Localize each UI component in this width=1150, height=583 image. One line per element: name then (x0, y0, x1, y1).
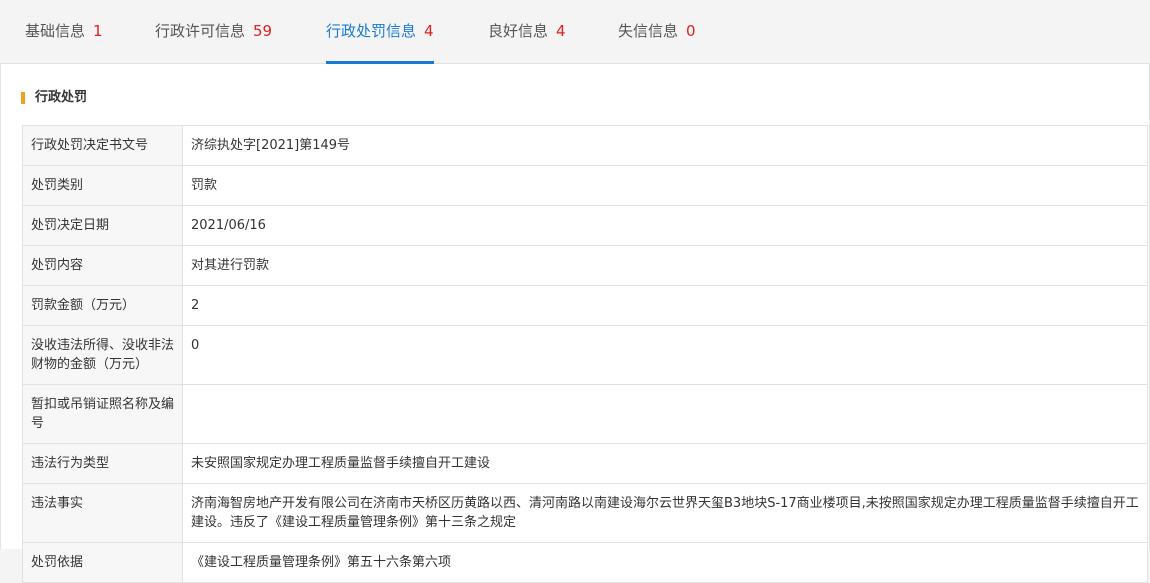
tab-dishonest-info[interactable]: 失信信息 0 (618, 0, 696, 63)
row-label: 处罚决定日期 (22, 205, 183, 246)
tab-basic-info[interactable]: 基础信息 1 (25, 0, 103, 63)
row-value: 未安照国家规定办理工程质量监督手续擅自开工建设 (182, 443, 1148, 484)
row-label: 违法事实 (22, 483, 183, 543)
row-value: 对其进行罚款 (182, 245, 1148, 286)
table-row: 处罚决定日期 2021/06/16 (22, 205, 1148, 246)
row-value: 济南海智房地产开发有限公司在济南市天桥区历黄路以西、清河南路以南建设海尔云世界天… (182, 483, 1148, 543)
row-label: 行政处罚决定书文号 (22, 125, 183, 166)
table-row: 罚款金额（万元） 2 (22, 285, 1148, 326)
table-row: 处罚类别 罚款 (22, 165, 1148, 206)
table-row: 违法事实 济南海智房地产开发有限公司在济南市天桥区历黄路以西、清河南路以南建设海… (22, 483, 1148, 543)
row-label: 违法行为类型 (22, 443, 183, 484)
tab-label: 基础信息 (25, 22, 86, 40)
row-label: 处罚类别 (22, 165, 183, 206)
section-title: 行政处罚 (21, 90, 87, 106)
tab-label: 行政处罚信息 (326, 22, 417, 40)
row-value: 2021/06/16 (182, 205, 1148, 246)
row-value (182, 384, 1148, 444)
tab-admin-license[interactable]: 行政许可信息 59 (155, 0, 272, 63)
row-value: 济综执处字[2021]第149号 (182, 125, 1148, 166)
tab-count: 59 (253, 22, 273, 40)
row-label: 处罚内容 (22, 245, 183, 286)
tab-good-info[interactable]: 良好信息 4 (488, 0, 566, 63)
row-label: 没收违法所得、没收非法财物的金额（万元） (22, 325, 183, 385)
penalty-detail-table: 行政处罚决定书文号 济综执处字[2021]第149号 处罚类别 罚款 处罚决定日… (22, 125, 1148, 583)
table-row: 行政处罚决定书文号 济综执处字[2021]第149号 (22, 125, 1148, 166)
tab-admin-penalty[interactable]: 行政处罚信息 4 (326, 0, 434, 64)
table-row: 处罚内容 对其进行罚款 (22, 245, 1148, 286)
tab-label: 良好信息 (488, 22, 549, 40)
row-value: 罚款 (182, 165, 1148, 206)
tab-count: 4 (424, 22, 434, 40)
row-value: 0 (182, 325, 1148, 385)
table-row: 暂扣或吊销证照名称及编号 (22, 384, 1148, 444)
penalty-panel: 行政处罚 行政处罚决定书文号 济综执处字[2021]第149号 处罚类别 罚款 … (0, 64, 1150, 583)
table-row: 没收违法所得、没收非法财物的金额（万元） 0 (22, 325, 1148, 385)
tab-label: 失信信息 (618, 22, 679, 40)
row-value: 2 (182, 285, 1148, 326)
tab-bar: 基础信息 1 行政许可信息 59 行政处罚信息 4 良好信息 4 失信信息 0 (0, 0, 1150, 64)
tab-count: 0 (686, 22, 696, 40)
tab-count: 1 (93, 22, 103, 40)
table-row: 违法行为类型 未安照国家规定办理工程质量监督手续擅自开工建设 (22, 443, 1148, 484)
row-label: 暂扣或吊销证照名称及编号 (22, 384, 183, 444)
tab-count: 4 (556, 22, 566, 40)
row-label: 罚款金额（万元） (22, 285, 183, 326)
tab-label: 行政许可信息 (155, 22, 246, 40)
